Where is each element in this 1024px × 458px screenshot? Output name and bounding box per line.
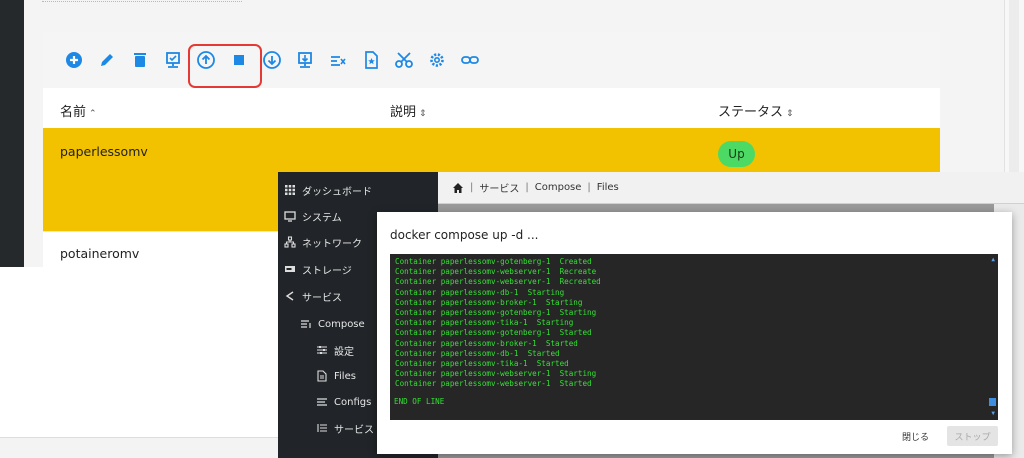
sidebar-item-compose[interactable]: Compose [300, 316, 365, 332]
terminal-line: Container paperlessomv-tika-1 Starting [395, 318, 574, 328]
terminal-line: Container paperlessomv-webserver-1 Recre… [395, 267, 597, 277]
home-icon[interactable] [452, 182, 464, 194]
list-icon [316, 422, 328, 434]
breadcrumb-item-files: Files [596, 182, 619, 193]
row-name: paperlessomv [60, 144, 148, 159]
breadcrumb-separator: | [470, 182, 474, 193]
breadcrumb-separator: | [587, 182, 591, 193]
dialog-title: docker compose up -d ... [390, 228, 539, 242]
pull-icon[interactable] [261, 49, 283, 71]
sidebar-item-dashboard[interactable]: ダッシュボード [284, 182, 372, 198]
sidebar-item-label: Compose [318, 318, 365, 330]
cut-icon[interactable] [393, 49, 415, 71]
terminal-line: Container paperlessomv-gotenberg-1 Start… [395, 307, 597, 317]
column-header-name[interactable]: 名前 ⌃ [60, 101, 97, 120]
terminal-line: Container paperlessomv-db-1 Starting [395, 287, 565, 297]
settings-sliders-icon [316, 344, 328, 356]
toolbar [43, 32, 940, 88]
sidebar-item-system[interactable]: システム [284, 208, 342, 224]
top-cut-text [42, 0, 940, 6]
terminal-line: Container paperlessomv-broker-1 Started [395, 338, 578, 348]
sidebar-item-label: サービス [334, 424, 374, 436]
terminal-line: Container paperlessomv-broker-1 Starting [395, 297, 583, 307]
sidebar-item-configs[interactable]: Configs [316, 394, 371, 410]
compose-icon [300, 318, 312, 330]
share-icon [284, 290, 296, 302]
compose-up-dialog: docker compose up -d ... Container paper… [377, 212, 1012, 454]
sidebar-item-compose-services[interactable]: サービス [316, 420, 374, 436]
table-header: 名前 ⌃ 説明 ⇕ ステータス ⇕ [43, 88, 940, 128]
sidebar-item-label: ネットワーク [302, 238, 362, 250]
monitor-icon [284, 210, 296, 222]
terminal-end-line: END OF LINE [394, 397, 445, 407]
sidebar-item-storage[interactable]: ストレージ [284, 261, 352, 277]
scroll-up-icon[interactable]: ▲ [991, 256, 995, 263]
terminal-line: Container paperlessomv-webserver-1 Recre… [395, 277, 601, 287]
sidebar-item-label: サービス [302, 292, 342, 304]
link-icon[interactable] [459, 49, 481, 71]
gear-icon[interactable] [426, 49, 448, 71]
sidebar-item-label: Files [334, 370, 356, 382]
scroll-thumb[interactable] [989, 398, 996, 406]
sidebar-item-label: Configs [334, 396, 372, 408]
check-x-icon[interactable] [327, 49, 349, 71]
terminal-output[interactable]: Container paperlessomv-gotenberg-1 Creat… [390, 254, 998, 420]
sidebar-item-label: 設定 [334, 346, 354, 358]
highlight-box [188, 44, 262, 88]
status-badge: Up [718, 141, 755, 167]
sidebar-item-label: ダッシュボード [302, 186, 372, 198]
sort-asc-icon: ⌃ [89, 109, 97, 119]
add-icon[interactable] [63, 49, 85, 71]
deploy-icon[interactable] [162, 49, 184, 71]
screenshot-root: 名前 ⌃ 説明 ⇕ ステータス ⇕ paperlessomv Up potainero… [0, 0, 1024, 458]
column-header-description[interactable]: 説明 ⇕ [390, 101, 427, 120]
sort-both-icon: ⇕ [419, 109, 427, 119]
sidebar-item-services[interactable]: サービス [284, 288, 342, 304]
sort-both-icon: ⇕ [786, 109, 794, 119]
breadcrumb-separator: | [525, 182, 529, 193]
delete-icon[interactable] [129, 49, 151, 71]
storage-icon [284, 263, 296, 275]
scroll-down-icon[interactable]: ▼ [991, 410, 995, 417]
sidebar-item-network[interactable]: ネットワーク [284, 234, 362, 250]
row-name: potaineromv [60, 246, 140, 261]
terminal-line: Container paperlessomv-gotenberg-1 Start… [395, 328, 592, 338]
terminal-line: Container paperlessomv-db-1 Started [395, 348, 560, 358]
lines-icon [316, 396, 328, 408]
left-dark-strip [0, 0, 24, 267]
breadcrumb: | サービス | Compose | Files [438, 172, 1024, 204]
sidebar-item-files[interactable]: Files [316, 368, 356, 384]
terminal-line: Container paperlessomv-webserver-1 Start… [395, 369, 597, 379]
network-icon [284, 236, 296, 248]
download-icon[interactable] [294, 49, 316, 71]
file-icon [316, 370, 328, 382]
terminal-line: Container paperlessomv-tika-1 Started [395, 358, 569, 368]
column-name-label: 名前 [60, 105, 87, 120]
column-status-label: ステータス [718, 105, 784, 120]
column-header-status[interactable]: ステータス ⇕ [718, 101, 794, 120]
close-button[interactable]: 閉じる [902, 430, 929, 443]
stop-button[interactable]: ストップ [947, 426, 998, 446]
column-description-label: 説明 [390, 105, 417, 120]
terminal-line: Container paperlessomv-gotenberg-1 Creat… [395, 257, 592, 266]
breadcrumb-item-compose[interactable]: Compose [535, 182, 582, 193]
file-star-icon[interactable] [360, 49, 382, 71]
breadcrumb-item-services[interactable]: サービス [479, 180, 519, 195]
terminal-line: Container paperlessomv-webserver-1 Start… [395, 379, 592, 389]
sidebar-item-label: ストレージ [302, 265, 352, 277]
edit-icon[interactable] [96, 49, 118, 71]
sidebar-item-label: システム [302, 212, 342, 224]
overlay-screenshot: ダッシュボード システム ネットワーク ストレージ サービス Compose 設… [278, 172, 1024, 458]
sidebar-item-settings[interactable]: 設定 [316, 342, 354, 358]
grid-icon [284, 184, 296, 196]
